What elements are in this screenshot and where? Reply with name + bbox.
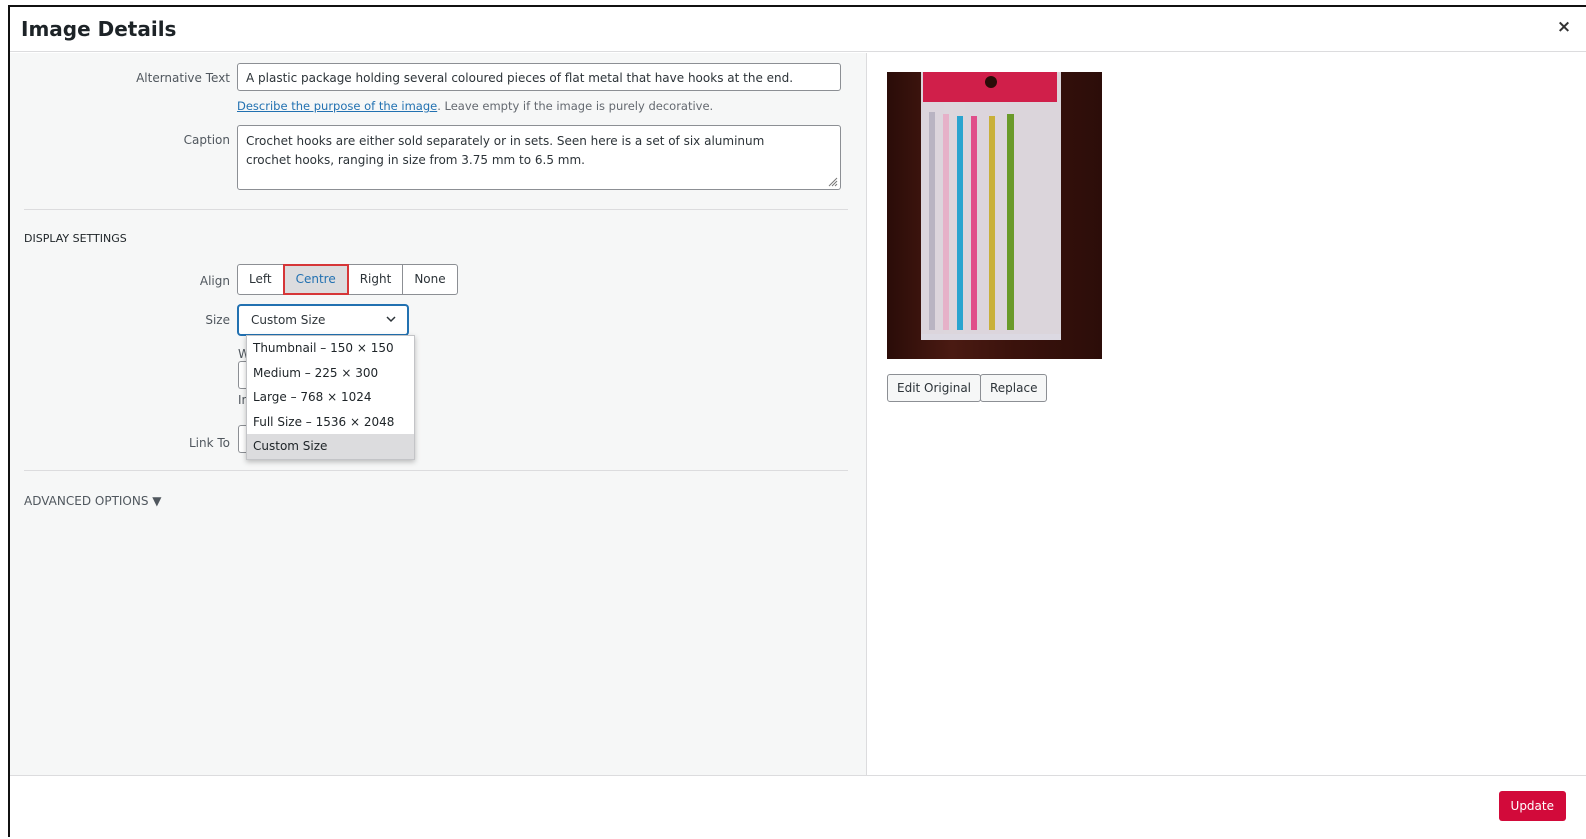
size-option-custom[interactable]: Custom Size — [247, 434, 414, 459]
divider — [24, 209, 848, 210]
align-right-button[interactable]: Right — [347, 264, 404, 295]
replace-button[interactable]: Replace — [980, 374, 1048, 402]
caption-textarea[interactable]: Crochet hooks are either sold separately… — [237, 125, 841, 190]
align-none-button[interactable]: None — [402, 264, 458, 295]
resize-handle-icon[interactable] — [827, 176, 838, 187]
align-centre-button[interactable]: Centre — [282, 264, 349, 295]
align-left-button[interactable]: Left — [237, 264, 284, 295]
dialog-header: Image Details × — [10, 7, 1586, 52]
settings-pane: Alternative Text A plastic package holdi… — [10, 53, 867, 775]
size-option-medium[interactable]: Medium – 225 × 300 — [247, 361, 414, 386]
align-label: Align — [199, 274, 230, 288]
alt-text-label: Alternative Text — [136, 71, 230, 85]
chevron-down-icon — [386, 316, 396, 323]
display-settings-title: DISPLAY SETTINGS — [24, 232, 127, 245]
image-thumbnail — [887, 72, 1102, 359]
size-label: Size — [205, 313, 230, 327]
close-icon[interactable]: × — [1554, 17, 1574, 37]
size-dropdown-menu: Thumbnail – 150 × 150 Medium – 225 × 300… — [246, 335, 415, 460]
describe-purpose-link[interactable]: Describe the purpose of the image — [237, 99, 437, 113]
size-option-thumbnail[interactable]: Thumbnail – 150 × 150 — [247, 336, 414, 361]
size-select-value: Custom Size — [251, 313, 326, 327]
link-to-label: Link To — [188, 436, 230, 450]
size-option-large[interactable]: Large – 768 × 1024 — [247, 385, 414, 410]
image-details-dialog: Image Details × Alternative Text A plast… — [8, 5, 1586, 839]
size-option-full[interactable]: Full Size – 1536 × 2048 — [247, 410, 414, 435]
divider — [24, 470, 848, 471]
size-select[interactable]: Custom Size — [238, 305, 408, 335]
align-button-group: Left Centre Right None — [237, 264, 458, 295]
alt-help-text: . Leave empty if the image is purely dec… — [437, 99, 714, 113]
dialog-title: Image Details — [21, 17, 177, 41]
dialog-footer: Update — [10, 775, 1586, 839]
advanced-options-toggle[interactable]: ADVANCED OPTIONS ▼ — [24, 494, 162, 508]
caption-label: Caption — [183, 133, 230, 147]
update-button[interactable]: Update — [1498, 791, 1566, 821]
crochet-hooks-photo — [887, 72, 1102, 359]
image-preview-pane: Edit Original Replace — [868, 53, 1586, 775]
edit-original-button[interactable]: Edit Original — [887, 374, 982, 402]
caption-text: Crochet hooks are either sold separately… — [246, 134, 765, 167]
alt-text-input[interactable]: A plastic package holding several colour… — [237, 63, 841, 91]
alt-text-help: Describe the purpose of the image. Leave… — [237, 99, 713, 113]
